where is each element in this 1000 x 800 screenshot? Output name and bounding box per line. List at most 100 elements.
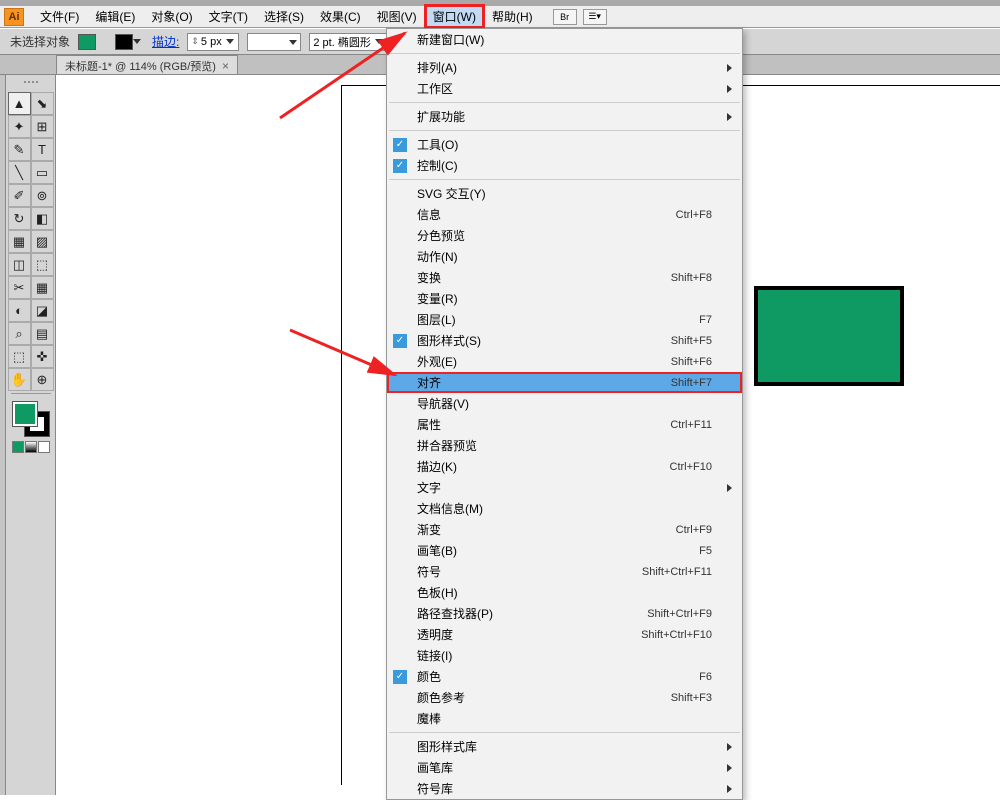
menu-item-label: 色板(H) [417,584,458,601]
hand-tool[interactable]: ✋ [8,368,31,391]
stroke-swatch-group[interactable] [115,34,144,50]
direct-selection-tool[interactable]: ⬊ [31,92,54,115]
menu-view[interactable]: 视图(V) [369,5,425,28]
window-menu-item-29[interactable]: 色板(H) [387,582,742,603]
window-menu-item-7[interactable]: ✓工具(O) [387,134,742,155]
window-menu-item-3[interactable]: 工作区 [387,78,742,99]
menu-item-shortcut: Shift+F7 [671,377,712,389]
submenu-arrow-icon [727,85,732,93]
document-tab[interactable]: 未标题-1* @ 114% (RGB/预览) × [56,55,238,74]
stroke-color-swatch[interactable] [115,34,133,50]
window-menu-item-13[interactable]: 动作(N) [387,246,742,267]
menu-help[interactable]: 帮助(H) [484,5,541,28]
window-menu-item-39[interactable]: 符号库 [387,778,742,799]
window-menu-item-35[interactable]: 魔棒 [387,708,742,729]
slice-tool[interactable]: ⬚ [8,345,31,368]
window-menu-item-30[interactable]: 路径查找器(P)Shift+Ctrl+F9 [387,603,742,624]
menu-file[interactable]: 文件(F) [32,5,87,28]
menu-item-label: SVG 交互(Y) [417,185,486,202]
color-mode-solid[interactable] [12,441,24,453]
fill-color-swatch[interactable] [78,34,96,50]
window-menu-item-14[interactable]: 变换Shift+F8 [387,267,742,288]
eyedropper-tool[interactable]: ◐ [8,299,31,322]
mesh-tool[interactable]: ✂ [8,276,31,299]
rectangle-tool[interactable]: ▭ [31,161,54,184]
window-menu-item-27[interactable]: 画笔(B)F5 [387,540,742,561]
menu-edit[interactable]: 编辑(E) [87,5,143,28]
menu-effect[interactable]: 效果(C) [312,5,369,28]
window-menu-item-33[interactable]: ✓颜色F6 [387,666,742,687]
graph-tool[interactable]: ⬚ [31,253,54,276]
toolbox-grip[interactable] [11,81,51,89]
window-menu-item-22[interactable]: 拼合器预览 [387,435,742,456]
menu-select[interactable]: 选择(S) [256,5,312,28]
fill-stroke-picker[interactable] [11,400,51,438]
pencil-tool[interactable]: ⊚ [31,184,54,207]
brush-preset-input[interactable]: 2 pt. 椭圆形 [309,33,391,51]
pen-tool[interactable]: ✎ [8,138,31,161]
window-menu-item-31[interactable]: 透明度Shift+Ctrl+F10 [387,624,742,645]
window-menu-item-10[interactable]: SVG 交互(Y) [387,183,742,204]
menu-item-label: 外观(E) [417,353,457,370]
window-menu-item-19[interactable]: 对齐Shift+F7 [387,372,742,393]
window-menu-item-5[interactable]: 扩展功能 [387,106,742,127]
stroke-width-input[interactable]: ⇕ 5 px [187,33,239,51]
menu-item-shortcut: Shift+F3 [671,692,712,704]
gradient-tool[interactable]: ▦ [31,276,54,299]
type-tool[interactable]: T [31,138,54,161]
live-paint-selection-tool[interactable]: ▤ [31,322,54,345]
close-tab-icon[interactable]: × [222,59,229,73]
window-menu-item-12[interactable]: 分色预览 [387,225,742,246]
window-menu-item-32[interactable]: 链接(I) [387,645,742,666]
window-menu-item-23[interactable]: 描边(K)Ctrl+F10 [387,456,742,477]
menu-object[interactable]: 对象(O) [143,5,200,28]
menu-item-label: 魔棒 [417,710,441,727]
menu-item-shortcut: Ctrl+F8 [676,209,712,221]
brush-thumbnail[interactable] [247,33,301,51]
window-menu-item-16[interactable]: 图层(L)F7 [387,309,742,330]
color-mode-none[interactable] [38,441,50,453]
window-menu-item-11[interactable]: 信息Ctrl+F8 [387,204,742,225]
fill-swatch-group[interactable] [78,34,107,50]
scale-tool[interactable]: ◧ [31,207,54,230]
menu-item-label: 透明度 [417,626,453,643]
window-menu-item-28[interactable]: 符号Shift+Ctrl+F11 [387,561,742,582]
window-menu-item-38[interactable]: 画笔库 [387,757,742,778]
line-tool[interactable]: ╲ [8,161,31,184]
selection-tool[interactable]: ▲ [8,92,31,115]
blend-tool[interactable]: ◪ [31,299,54,322]
window-menu-item-18[interactable]: 外观(E)Shift+F6 [387,351,742,372]
warp-tool[interactable]: ▦ [8,230,31,253]
window-menu-item-15[interactable]: 变量(R) [387,288,742,309]
live-paint-tool[interactable]: ⌕ [8,322,31,345]
window-menu-item-37[interactable]: 图形样式库 [387,736,742,757]
artboard-tool[interactable]: ✜ [31,345,54,368]
window-menu-item-25[interactable]: 文档信息(M) [387,498,742,519]
magic-wand-tool[interactable]: ✦ [8,115,31,138]
stroke-link[interactable]: 描边: [152,33,179,50]
window-menu-item-8[interactable]: ✓控制(C) [387,155,742,176]
rotate-tool[interactable]: ↻ [8,207,31,230]
window-menu-item-2[interactable]: 排列(A) [387,57,742,78]
bridge-button[interactable]: Br [553,9,577,25]
window-menu-item-34[interactable]: 颜色参考Shift+F3 [387,687,742,708]
color-mode-gradient[interactable] [25,441,37,453]
brush-preset-value: 2 pt. 椭圆形 [313,34,370,50]
window-menu-item-20[interactable]: 导航器(V) [387,393,742,414]
window-menu-item-26[interactable]: 渐变Ctrl+F9 [387,519,742,540]
fill-color-box[interactable] [13,402,37,426]
zoom-tool[interactable]: ⊕ [31,368,54,391]
menu-window[interactable]: 窗口(W) [425,5,484,28]
window-menu-item-17[interactable]: ✓图形样式(S)Shift+F5 [387,330,742,351]
menu-type[interactable]: 文字(T) [201,5,256,28]
symbol-sprayer-tool[interactable]: ◫ [8,253,31,276]
window-menu-item-24[interactable]: 文字 [387,477,742,498]
paintbrush-tool[interactable]: ✐ [8,184,31,207]
menu-separator [389,179,740,180]
lasso-tool[interactable]: ⊞ [31,115,54,138]
drawn-rectangle[interactable] [754,286,904,386]
free-transform-tool[interactable]: ▨ [31,230,54,253]
window-menu-item-21[interactable]: 属性Ctrl+F11 [387,414,742,435]
workspace-switcher-button[interactable]: ☰▾ [583,9,607,25]
window-menu-item-0[interactable]: 新建窗口(W) [387,29,742,50]
